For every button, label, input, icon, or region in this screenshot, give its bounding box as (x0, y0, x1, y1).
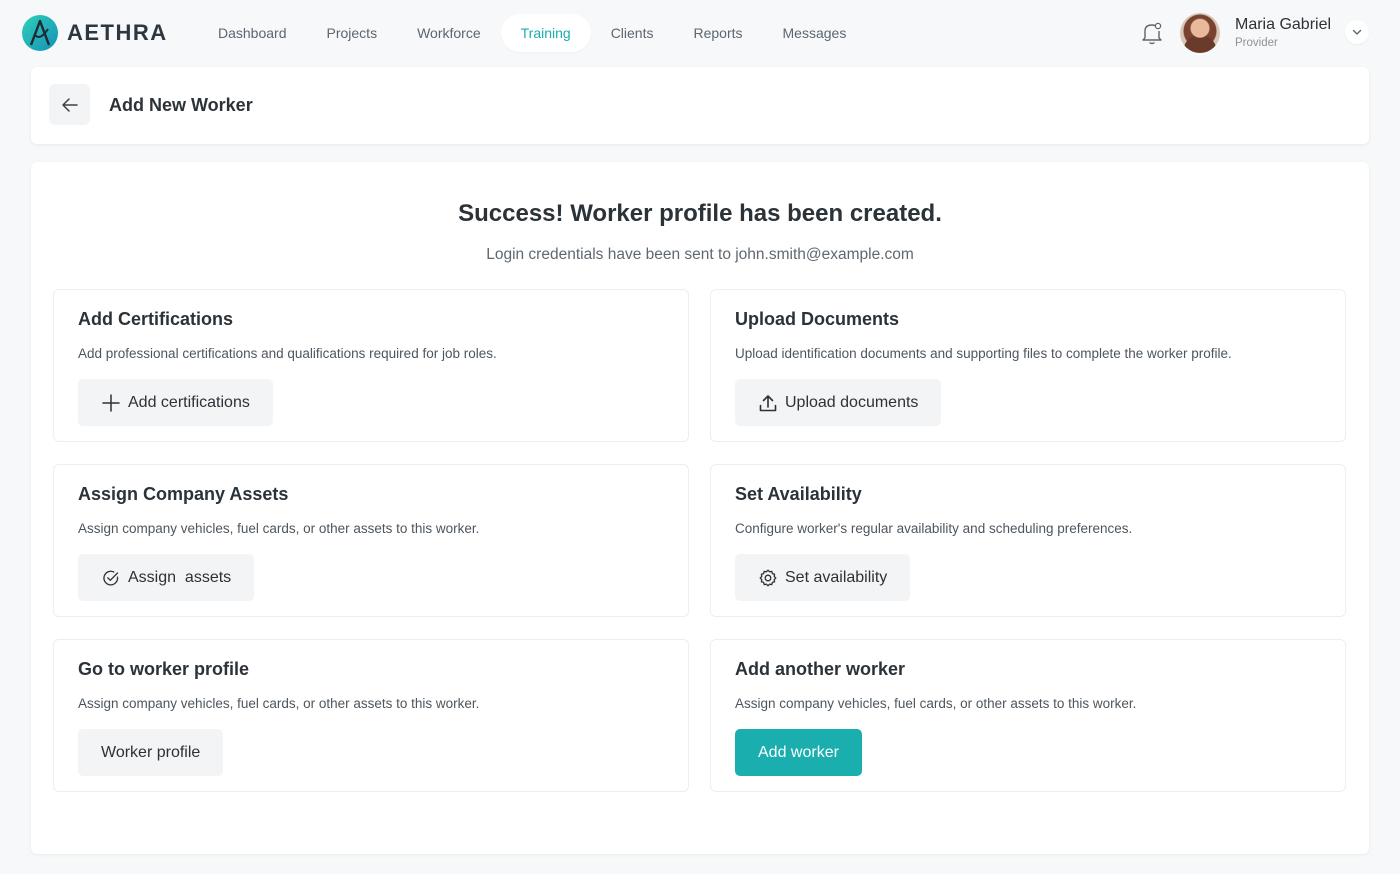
button-label: Upload documents (785, 393, 919, 411)
back-button[interactable] (49, 84, 90, 125)
upload-documents-button[interactable]: Upload documents (735, 379, 942, 426)
add-certifications-button[interactable]: Add certifications (78, 379, 273, 426)
assign-assets-button[interactable]: Assign assets (78, 554, 255, 601)
success-subtitle: Login credentials have been sent to john… (486, 246, 914, 263)
button-label: Worker profile (101, 743, 201, 761)
page-header: Add New Worker (31, 67, 1369, 144)
user-avatar[interactable] (1180, 13, 1220, 53)
button-label: Set availability (785, 568, 888, 586)
set-availability-button[interactable]: Set availability (735, 554, 911, 601)
action-card-description: Configure worker's regular availability … (735, 521, 1133, 536)
action-card-add-another-worker: Add another worker Assign company vehicl… (710, 639, 1346, 792)
nav-item-dashboard[interactable]: Dashboard (198, 14, 307, 52)
action-card-title: Upload Documents (735, 309, 900, 329)
action-card-description: Add professional certifications and qual… (78, 346, 497, 361)
plus-icon (102, 393, 120, 412)
top-navigation-bar: AETHRA Dashboard Projects Workforce Trai… (0, 0, 1400, 66)
nav-item-messages[interactable]: Messages (763, 14, 867, 52)
action-card-title: Set Availability (735, 484, 862, 504)
user-name[interactable]: Maria Gabriel (1235, 16, 1331, 34)
arrow-left-icon (61, 97, 78, 112)
gear-icon (759, 569, 777, 586)
main-nav: Dashboard Projects Workforce Training Cl… (198, 14, 866, 52)
action-card-description: Assign company vehicles, fuel cards, or … (78, 696, 480, 711)
upload-icon (759, 394, 777, 411)
action-card-title: Go to worker profile (78, 659, 250, 679)
add-worker-button[interactable]: Add worker (735, 729, 862, 776)
user-role: Provider (1235, 37, 1278, 49)
success-title: Success! Worker profile has been created… (458, 200, 942, 227)
action-card-title: Add another worker (735, 659, 906, 679)
user-menu-toggle[interactable] (1345, 20, 1369, 44)
worker-profile-button[interactable]: Worker profile (78, 729, 224, 776)
action-card-certifications: Add Certifications Add professional cert… (53, 289, 689, 442)
check-circle-icon (103, 570, 119, 585)
action-card-upload-documents: Upload Documents Upload identification d… (710, 289, 1346, 442)
notification-bell-icon[interactable] (1141, 21, 1163, 45)
success-panel: Success! Worker profile has been created… (31, 162, 1369, 854)
nav-item-workforce[interactable]: Workforce (397, 14, 501, 52)
action-card-title: Assign Company Assets (78, 484, 289, 504)
nav-item-reports[interactable]: Reports (673, 14, 762, 52)
page-title: Add New Worker (109, 95, 253, 115)
nav-item-clients[interactable]: Clients (591, 14, 674, 52)
brand[interactable]: AETHRA (22, 15, 168, 51)
action-card-description: Assign company vehicles, fuel cards, or … (78, 521, 480, 536)
action-card-set-availability: Set Availability Configure worker's regu… (710, 464, 1346, 617)
nav-item-training[interactable]: Training (500, 14, 591, 52)
button-label: Add worker (758, 743, 839, 761)
action-card-worker-profile: Go to worker profile Assign company vehi… (53, 639, 689, 792)
action-card-assign-assets: Assign Company Assets Assign company veh… (53, 464, 689, 617)
nav-item-projects[interactable]: Projects (307, 14, 398, 52)
button-label: Add certifications (128, 393, 250, 411)
chevron-down-icon (1352, 29, 1362, 35)
brand-logo-icon (22, 15, 58, 51)
button-label: Assign assets (128, 568, 232, 586)
action-card-description: Upload identification documents and supp… (735, 346, 1232, 361)
brand-name: AETHRA (67, 20, 168, 45)
action-card-title: Add Certifications (78, 309, 234, 329)
action-card-description: Assign company vehicles, fuel cards, or … (735, 696, 1137, 711)
